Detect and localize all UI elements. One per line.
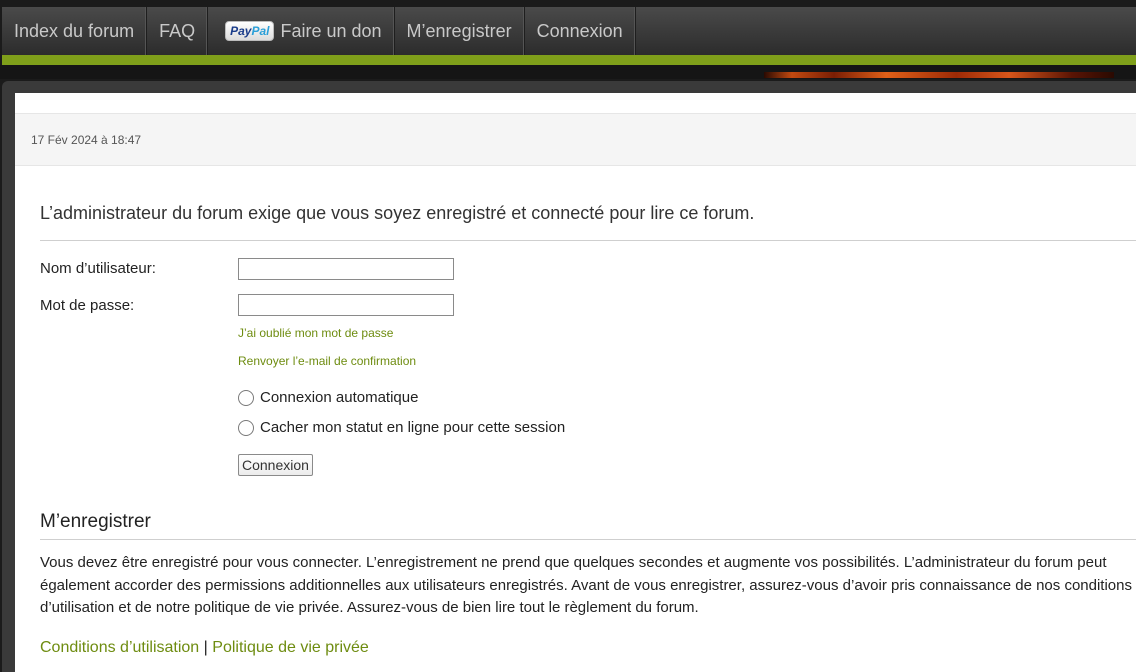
login-button[interactable]: Connexion	[238, 454, 313, 476]
hide-status-radio[interactable]	[238, 419, 254, 436]
password-label: Mot de passe:	[40, 297, 135, 314]
forgot-password-link[interactable]: J’ai oublié mon mot de passe	[238, 326, 393, 340]
policy-links: Conditions d’utilisation | Politique de …	[40, 639, 369, 657]
nav-item-register[interactable]: M’enregistrer	[395, 7, 525, 55]
nav-item-forum-index[interactable]: Index du forum	[2, 7, 148, 55]
divider	[40, 539, 1136, 540]
nav-item-label: M’enregistrer	[406, 20, 512, 41]
register-description: Vous devez être enregistré pour vous con…	[40, 554, 1132, 616]
username-label: Nom d’utilisateur:	[40, 260, 156, 277]
password-input[interactable]	[238, 294, 454, 316]
paypal-logo-icon: PayPal	[225, 21, 275, 41]
nav-item-login[interactable]: Connexion	[525, 7, 636, 55]
login-required-message: L’administrateur du forum exige que vous…	[40, 203, 755, 223]
current-date: 17 Fév 2024 à 18:47	[31, 133, 142, 147]
nav-item-label: Faire un don	[280, 20, 382, 41]
privacy-policy-link[interactable]: Politique de vie privée	[212, 639, 369, 656]
nav-item-label: Connexion	[536, 20, 623, 41]
auto-login-option[interactable]: Connexion automatique	[238, 389, 418, 406]
main-panel: 17 Fév 2024 à 18:47 L’administrateur du …	[2, 81, 1136, 672]
nav-item-label: Index du forum	[14, 20, 135, 41]
link-separator: |	[203, 639, 208, 656]
auto-login-label: Connexion automatique	[260, 389, 419, 406]
register-heading: M’enregistrer	[40, 511, 151, 532]
username-input[interactable]	[238, 258, 454, 280]
header-banner-strip	[764, 72, 1114, 78]
divider	[40, 240, 1136, 241]
auto-login-radio[interactable]	[238, 389, 254, 406]
hide-status-label: Cacher mon statut en ligne pour cette se…	[260, 419, 566, 436]
content-area: 17 Fév 2024 à 18:47 L’administrateur du …	[15, 93, 1136, 672]
hide-status-option[interactable]: Cacher mon statut en ligne pour cette se…	[238, 419, 565, 436]
top-navbar: Index du forum FAQ PayPal Faire un don M…	[2, 7, 1136, 55]
nav-item-label: FAQ	[159, 20, 196, 41]
nav-item-donate[interactable]: PayPal Faire un don	[208, 7, 395, 55]
nav-item-faq[interactable]: FAQ	[147, 7, 209, 55]
terms-of-use-link[interactable]: Conditions d’utilisation	[40, 639, 199, 656]
date-bar: 17 Fév 2024 à 18:47	[15, 113, 1136, 166]
header-accent-stripe	[2, 55, 1136, 65]
resend-confirmation-link[interactable]: Renvoyer l’e-mail de confirmation	[238, 354, 416, 368]
